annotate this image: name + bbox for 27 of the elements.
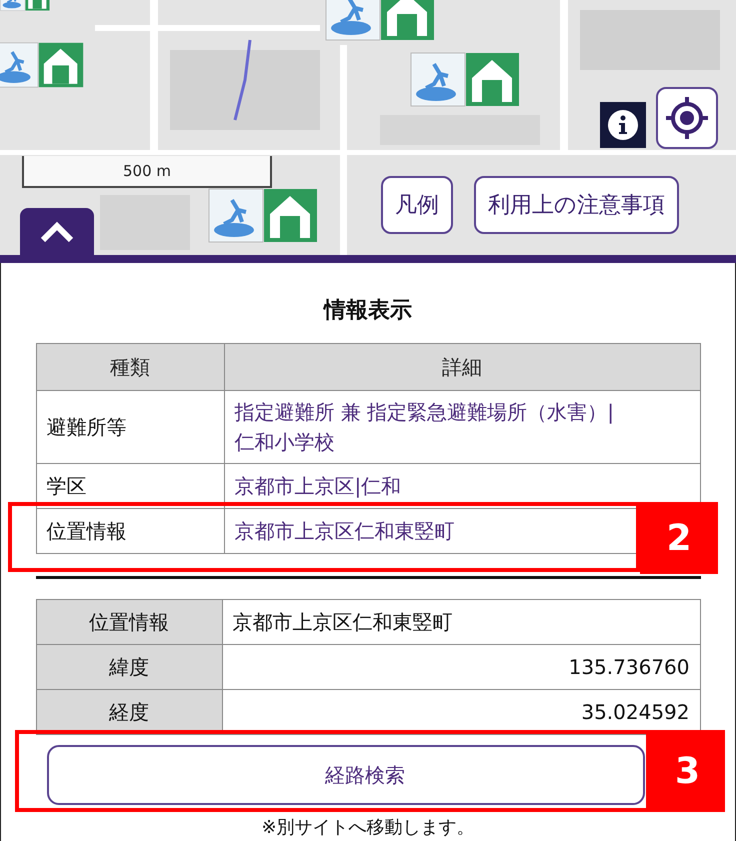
locate-button[interactable]: [656, 87, 718, 149]
legend-button[interactable]: 凡例: [381, 176, 453, 234]
info-button[interactable]: [600, 102, 646, 148]
callout-number: 2: [640, 502, 718, 574]
shelter-marker-icon[interactable]: [325, 0, 435, 41]
detail-link[interactable]: 京都市上京区仁和東竪町: [234, 516, 454, 546]
column-header: 種類: [36, 344, 224, 390]
route-search-button[interactable]: 経路検索: [46, 745, 644, 805]
scale-bar: 500 m: [22, 156, 272, 188]
table-cell: 位置情報: [36, 508, 224, 554]
shelter-marker-icon[interactable]: [208, 188, 318, 243]
chevron-up-icon: [40, 220, 74, 242]
shelter-marker-icon[interactable]: [410, 52, 520, 107]
collapse-button[interactable]: [20, 208, 94, 255]
column-header: 詳細: [224, 344, 700, 390]
note-text: ※別サイトへ移動します。: [261, 816, 475, 839]
panel-title: 情報表示: [324, 297, 412, 325]
shelter-marker-icon[interactable]: [0, 42, 84, 88]
table-cell: 135.736760: [222, 644, 700, 690]
table-cell: 避難所等: [36, 390, 224, 464]
row-header: 位置情報: [36, 600, 222, 644]
crosshair-icon: [664, 95, 710, 141]
row-header: 緯度: [36, 644, 222, 690]
terms-button[interactable]: 利用上の注意事項: [474, 176, 679, 234]
table-cell: 京都市上京区仁和東竪町: [222, 600, 700, 644]
info-icon: [607, 109, 639, 141]
callout-number: 3: [650, 730, 725, 812]
